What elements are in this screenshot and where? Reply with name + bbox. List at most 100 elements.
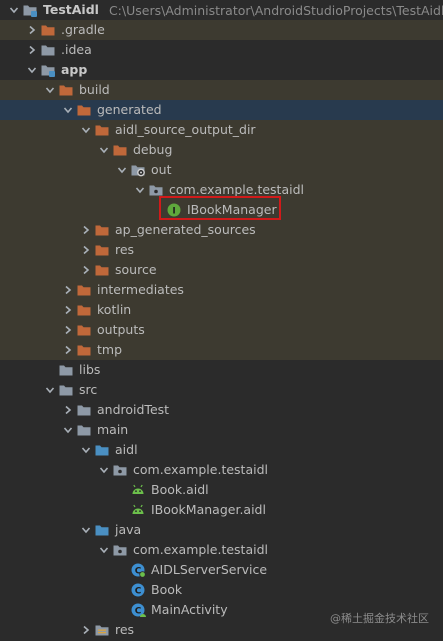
tree-row-label: tmp bbox=[97, 342, 123, 357]
tree-row-out[interactable]: out bbox=[0, 160, 443, 180]
class-icon: C bbox=[130, 582, 146, 598]
tree-row-res[interactable]: res bbox=[0, 240, 443, 260]
tree-row-label: com.example.testaidl bbox=[169, 182, 304, 197]
folder-orange-icon bbox=[76, 342, 92, 358]
package-icon bbox=[148, 182, 164, 198]
chevron-right-icon[interactable] bbox=[60, 340, 76, 360]
tree-row-label: aidl_source_output_dir bbox=[115, 122, 256, 137]
svg-text:C: C bbox=[135, 586, 142, 596]
folder-orange-icon bbox=[76, 102, 92, 118]
tree-row-outputs[interactable]: outputs bbox=[0, 320, 443, 340]
watermark: @稀土掘金技术社区 bbox=[330, 610, 429, 626]
tree-row-label: IBookManager.aidl bbox=[151, 502, 266, 517]
chevron-down-icon[interactable] bbox=[96, 140, 112, 160]
tree-row-label: generated bbox=[97, 102, 162, 117]
tree-row-app[interactable]: app bbox=[0, 60, 443, 80]
chevron-right-icon[interactable] bbox=[78, 260, 94, 280]
chevron-right-icon[interactable] bbox=[24, 20, 40, 40]
chevron-down-icon[interactable] bbox=[96, 540, 112, 560]
tree-row-idea[interactable]: .idea bbox=[0, 40, 443, 60]
chevron-right-icon[interactable] bbox=[78, 620, 94, 640]
tree-row-intermediates[interactable]: intermediates bbox=[0, 280, 443, 300]
tree-row-label: TestAidl bbox=[43, 2, 99, 17]
tree-row-com-example-testaidl[interactable]: com.example.testaidl bbox=[0, 180, 443, 200]
tree-row-gradle[interactable]: .gradle bbox=[0, 20, 443, 40]
folder-orange-icon bbox=[94, 122, 110, 138]
tree-row-ap-generated-sources[interactable]: ap_generated_sources bbox=[0, 220, 443, 240]
chevron-down-icon[interactable] bbox=[42, 80, 58, 100]
tree-row-label: outputs bbox=[97, 322, 145, 337]
folder-orange-icon bbox=[112, 142, 128, 158]
android-file-icon bbox=[130, 482, 146, 498]
tree-row-label: out bbox=[151, 162, 172, 177]
tree-row-aidl[interactable]: aidl bbox=[0, 440, 443, 460]
chevron-right-icon[interactable] bbox=[60, 300, 76, 320]
tree-row-aidlserverservice[interactable]: C AIDLServerService bbox=[0, 560, 443, 580]
service-class-icon: C bbox=[130, 562, 146, 578]
chevron-down-icon[interactable] bbox=[78, 520, 94, 540]
tree-row-book-aidl[interactable]: Book.aidl bbox=[0, 480, 443, 500]
tree-row-ibookmanager[interactable]: I IBookManager bbox=[0, 200, 443, 220]
folder-gray-icon bbox=[76, 422, 92, 438]
tree-row-aidl-source-output-dir[interactable]: aidl_source_output_dir bbox=[0, 120, 443, 140]
chevron-down-icon[interactable] bbox=[78, 120, 94, 140]
module-folder-icon bbox=[22, 2, 38, 18]
tree-row-label: .idea bbox=[61, 42, 92, 57]
tree-row-label: IBookManager bbox=[187, 202, 277, 217]
tree-row-generated[interactable]: generated bbox=[0, 100, 443, 120]
tree-row-label: ap_generated_sources bbox=[115, 222, 256, 237]
tree-row-libs[interactable]: libs bbox=[0, 360, 443, 380]
tree-row-label: Book.aidl bbox=[151, 482, 209, 497]
tree-row-androidtest[interactable]: androidTest bbox=[0, 400, 443, 420]
tree-row-source[interactable]: source bbox=[0, 260, 443, 280]
svg-text:I: I bbox=[172, 206, 175, 216]
tree-row-label: Book bbox=[151, 582, 183, 597]
folder-gray-icon bbox=[40, 42, 56, 58]
chevron-right-icon[interactable] bbox=[60, 400, 76, 420]
tree-row-build[interactable]: build bbox=[0, 80, 443, 100]
tree-row-com-example-testaidl[interactable]: com.example.testaidl bbox=[0, 540, 443, 560]
tree-row-book[interactable]: C Book bbox=[0, 580, 443, 600]
folder-orange-icon bbox=[76, 302, 92, 318]
tree-row-label: app bbox=[61, 62, 88, 77]
source-folder-icon bbox=[94, 442, 110, 458]
chevron-down-icon[interactable] bbox=[96, 460, 112, 480]
package-icon bbox=[112, 462, 128, 478]
tree-row-testaidl[interactable]: TestAidl C:\Users\Administrator\AndroidSt… bbox=[0, 0, 443, 20]
tree-row-label: main bbox=[97, 422, 129, 437]
tree-row-src[interactable]: src bbox=[0, 380, 443, 400]
folder-gray-icon bbox=[58, 382, 74, 398]
chevron-down-icon[interactable] bbox=[132, 180, 148, 200]
tree-row-label: aidl bbox=[115, 442, 138, 457]
chevron-down-icon[interactable] bbox=[42, 380, 58, 400]
chevron-down-icon[interactable] bbox=[6, 0, 22, 20]
tree-row-label: libs bbox=[79, 362, 101, 377]
chevron-down-icon[interactable] bbox=[114, 160, 130, 180]
chevron-right-icon[interactable] bbox=[78, 240, 94, 260]
folder-orange-icon bbox=[76, 322, 92, 338]
chevron-right-icon[interactable] bbox=[78, 220, 94, 240]
folder-orange-icon bbox=[58, 82, 74, 98]
tree-row-label: debug bbox=[133, 142, 173, 157]
chevron-right-icon[interactable] bbox=[60, 280, 76, 300]
tree-row-java[interactable]: java bbox=[0, 520, 443, 540]
tree-row-label: java bbox=[115, 522, 142, 537]
tree-row-debug[interactable]: debug bbox=[0, 140, 443, 160]
chevron-right-icon[interactable] bbox=[60, 320, 76, 340]
chevron-down-icon[interactable] bbox=[78, 440, 94, 460]
tree-row-com-example-testaidl[interactable]: com.example.testaidl bbox=[0, 460, 443, 480]
tree-row-kotlin[interactable]: kotlin bbox=[0, 300, 443, 320]
chevron-right-icon[interactable] bbox=[24, 40, 40, 60]
tree-row-ibookmanager-aidl[interactable]: IBookManager.aidl bbox=[0, 500, 443, 520]
tree-row-tmp[interactable]: tmp bbox=[0, 340, 443, 360]
chevron-down-icon[interactable] bbox=[24, 60, 40, 80]
chevron-down-icon[interactable] bbox=[60, 100, 76, 120]
chevron-down-icon[interactable] bbox=[60, 420, 76, 440]
tree-row-main[interactable]: main bbox=[0, 420, 443, 440]
tree-row-label: kotlin bbox=[97, 302, 132, 317]
activity-class-icon: C bbox=[130, 602, 146, 618]
